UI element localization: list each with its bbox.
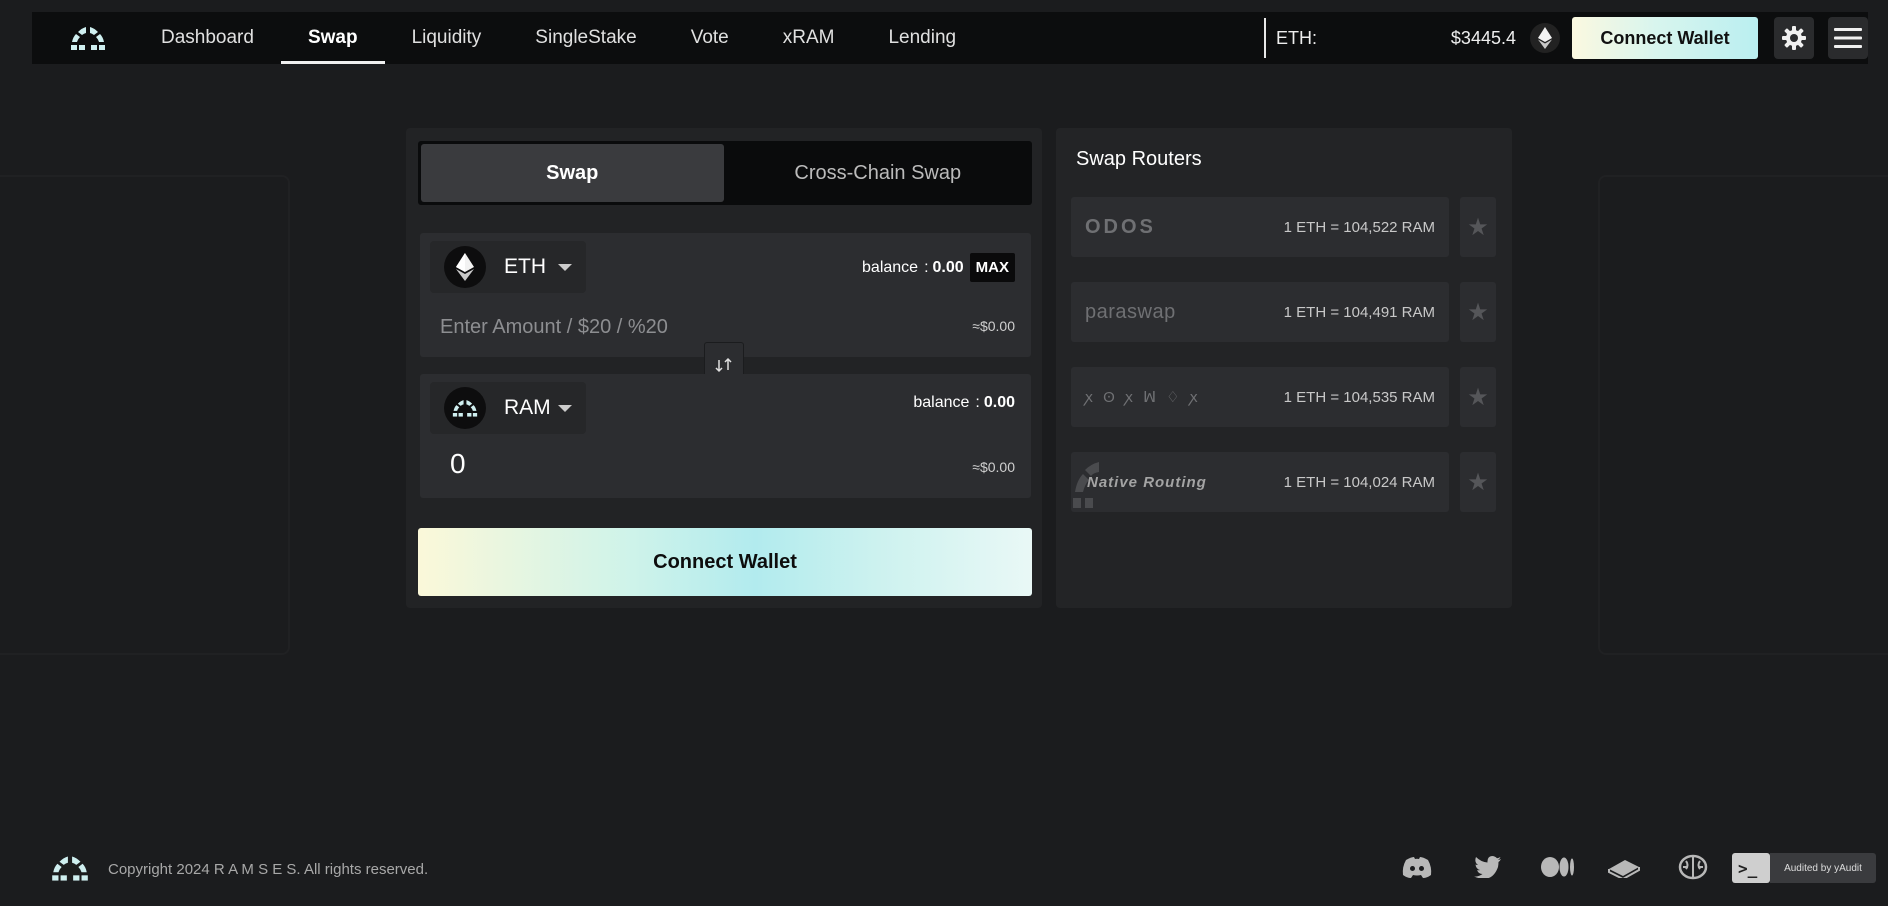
eth-price-value: $3445.4 bbox=[1450, 27, 1516, 48]
router-rate: 1 ETH = 104,535 RAM bbox=[1283, 388, 1435, 406]
amount-input[interactable] bbox=[440, 311, 860, 343]
gitbook-icon[interactable] bbox=[1607, 852, 1641, 882]
to-token-selector[interactable]: RAM bbox=[430, 382, 586, 434]
background-decoration-right bbox=[1598, 175, 1888, 655]
nav-link-singlestake[interactable]: SingleStake bbox=[508, 12, 663, 64]
from-token-box: ETH balance : 0.00 MAX ≈$0.00 bbox=[420, 233, 1031, 357]
chevron-down-icon bbox=[558, 263, 572, 271]
star-icon[interactable]: ★ bbox=[1460, 197, 1496, 257]
balance-separator: : bbox=[975, 394, 980, 411]
settings-gear-icon[interactable] bbox=[1774, 17, 1814, 59]
router-card-paraswap[interactable]: paraswap 1 ETH = 104,491 RAM bbox=[1071, 282, 1449, 342]
router-card-openocean[interactable]: ꭗ ʘ ꭗ ꟽ ♢ ꭗ 1 ETH = 104,535 RAM bbox=[1071, 367, 1449, 427]
native-routing-label: Native Routing bbox=[1087, 473, 1207, 491]
odos-logo: ODOS bbox=[1085, 215, 1156, 238]
ramses-logo-icon[interactable] bbox=[64, 20, 112, 56]
footer-ramses-logo-icon[interactable] bbox=[48, 852, 92, 886]
nav-link-liquidity[interactable]: Liquidity bbox=[385, 12, 509, 64]
nav-link-swap[interactable]: Swap bbox=[280, 12, 385, 64]
nav-links: Dashboard Swap Liquidity SingleStake Vot… bbox=[134, 12, 983, 64]
swap-tabs: Swap Cross-Chain Swap bbox=[418, 141, 1032, 205]
ethereum-icon bbox=[444, 246, 486, 288]
router-card-odos[interactable]: ODOS 1 ETH = 104,522 RAM bbox=[1071, 197, 1449, 257]
nav-link-lending[interactable]: Lending bbox=[861, 12, 983, 64]
router-rate: 1 ETH = 104,024 RAM bbox=[1283, 473, 1435, 491]
star-icon[interactable]: ★ bbox=[1460, 282, 1496, 342]
from-token-selector[interactable]: ETH bbox=[430, 241, 586, 293]
to-balance-value: 0.00 bbox=[983, 394, 1015, 411]
router-row-native: Native Routing 1 ETH = 104,024 RAM ★ bbox=[1071, 452, 1496, 512]
audit-label: Audited by yAudit bbox=[1770, 853, 1876, 883]
ethereum-icon bbox=[1530, 23, 1560, 53]
router-row-odos: ODOS 1 ETH = 104,522 RAM ★ bbox=[1071, 197, 1496, 257]
chevron-down-icon bbox=[558, 404, 572, 412]
balance-separator: : bbox=[924, 258, 929, 276]
swap-routers-panel: Swap Routers ODOS 1 ETH = 104,522 RAM ★ … bbox=[1056, 128, 1512, 608]
ram-token-icon bbox=[444, 387, 486, 429]
from-token-symbol: ETH bbox=[504, 255, 546, 278]
output-amount: 0 bbox=[450, 448, 466, 479]
to-token-symbol: RAM bbox=[504, 396, 551, 419]
star-icon[interactable]: ★ bbox=[1460, 452, 1496, 512]
background-decoration-left bbox=[0, 175, 290, 655]
from-usd-value: ≈$0.00 bbox=[972, 318, 1015, 334]
paraswap-logo: paraswap bbox=[1085, 300, 1176, 323]
eth-price-label: ETH: bbox=[1276, 27, 1318, 48]
nav-link-dashboard[interactable]: Dashboard bbox=[134, 12, 281, 64]
native-routing-logo: Native Routing bbox=[1071, 462, 1207, 508]
header-connect-wallet-button[interactable]: Connect Wallet bbox=[1572, 17, 1758, 59]
router-row-openocean: ꭗ ʘ ꭗ ꟽ ♢ ꭗ 1 ETH = 104,535 RAM ★ bbox=[1071, 367, 1496, 427]
to-balance: balance : 0.00 bbox=[913, 394, 1015, 412]
swap-arrows-icon bbox=[715, 357, 732, 373]
top-navbar: Dashboard Swap Liquidity SingleStake Vot… bbox=[32, 12, 1868, 64]
routers-title: Swap Routers bbox=[1076, 148, 1202, 170]
twitter-icon[interactable] bbox=[1471, 852, 1505, 882]
swap-panel: Swap Cross-Chain Swap ETH balance : 0.00… bbox=[406, 128, 1042, 608]
terminal-icon: >_ bbox=[1732, 853, 1770, 883]
balance-label: balance bbox=[862, 258, 919, 276]
openocean-logo: ꭗ ʘ ꭗ ꟽ ♢ ꭗ bbox=[1085, 389, 1201, 406]
copyright-text: Copyright 2024 R A M S E S. All rights r… bbox=[108, 861, 429, 878]
connect-wallet-button[interactable]: Connect Wallet bbox=[418, 528, 1032, 596]
medium-icon[interactable] bbox=[1541, 852, 1575, 882]
router-rate: 1 ETH = 104,491 RAM bbox=[1283, 303, 1435, 321]
star-icon[interactable]: ★ bbox=[1460, 367, 1496, 427]
yaudit-badge[interactable]: >_ Audited by yAudit bbox=[1732, 850, 1876, 886]
router-row-paraswap: paraswap 1 ETH = 104,491 RAM ★ bbox=[1071, 282, 1496, 342]
tab-cross-chain-swap[interactable]: Cross-Chain Swap bbox=[727, 144, 1030, 202]
nav-link-xram[interactable]: xRAM bbox=[756, 12, 862, 64]
max-button[interactable]: MAX bbox=[969, 253, 1015, 282]
balance-label: balance bbox=[913, 394, 970, 411]
brain-icon[interactable] bbox=[1676, 852, 1710, 882]
eth-price-display: ETH: $3445.4 bbox=[1264, 18, 1576, 58]
nav-link-vote[interactable]: Vote bbox=[664, 12, 756, 64]
to-usd-value: ≈$0.00 bbox=[972, 459, 1015, 475]
router-card-native[interactable]: Native Routing 1 ETH = 104,024 RAM bbox=[1071, 452, 1449, 512]
discord-icon[interactable] bbox=[1400, 852, 1434, 882]
hamburger-menu-icon[interactable] bbox=[1828, 17, 1868, 59]
to-token-box: RAM balance : 0.00 0 ≈$0.00 bbox=[420, 374, 1031, 498]
tab-swap[interactable]: Swap bbox=[421, 144, 724, 202]
from-balance: balance : 0.00 MAX bbox=[862, 253, 1015, 282]
from-balance-value: 0.00 bbox=[932, 258, 964, 276]
router-rate: 1 ETH = 104,522 RAM bbox=[1283, 218, 1435, 236]
